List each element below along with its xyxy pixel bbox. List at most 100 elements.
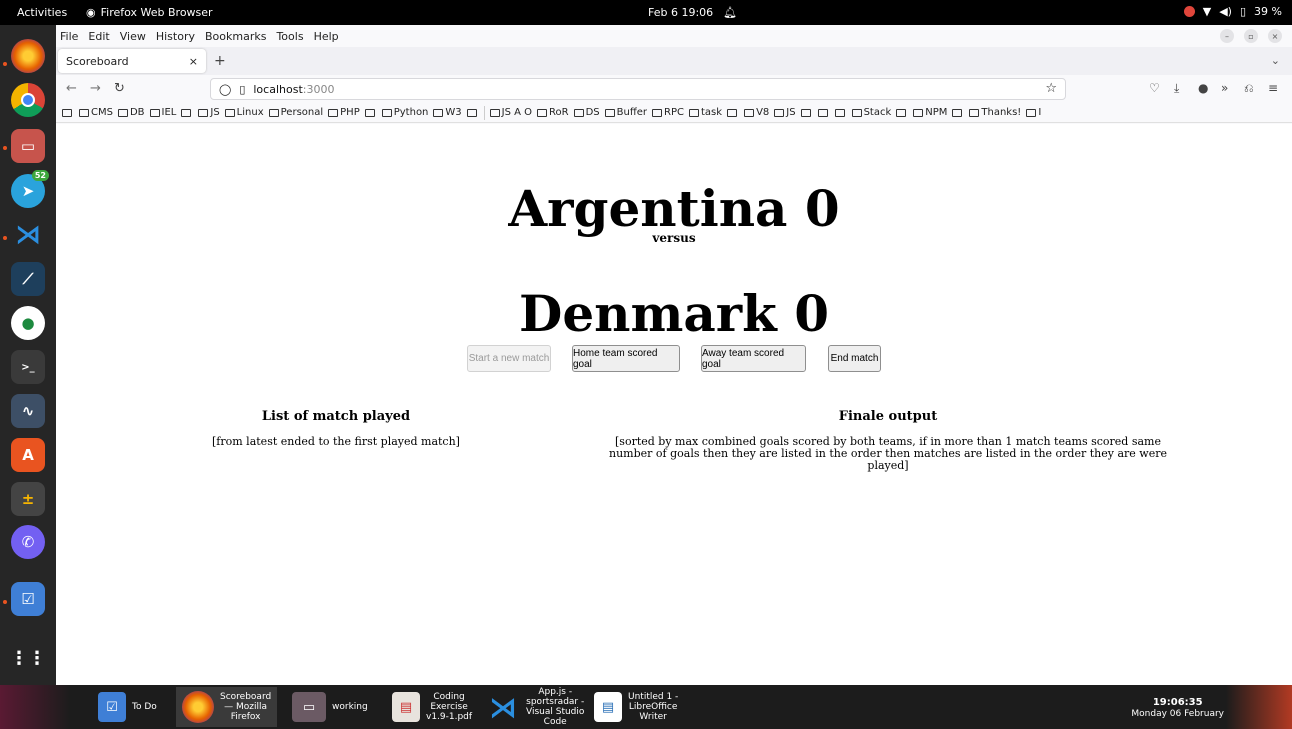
bookmark-folder[interactable] [727, 108, 739, 117]
bookmark-folder[interactable] [896, 108, 908, 117]
bookmark-folder[interactable] [466, 108, 479, 117]
overflow-icon[interactable]: » [1221, 81, 1228, 95]
vscode-icon[interactable]: ⋊ [11, 218, 45, 252]
taskbar-vscode[interactable]: ⋊ App.js - sportsradar - Visual Studio C… [480, 687, 590, 727]
chrome-icon[interactable] [11, 83, 45, 117]
chevron-down-icon[interactable]: ⌄ [1271, 54, 1280, 67]
taskbar-writer[interactable]: ▤ Untitled 1 - LibreOffice Writer [588, 687, 684, 727]
bookmark-star-icon[interactable]: ☆ [1045, 81, 1057, 96]
bookmark-folder[interactable] [62, 108, 74, 117]
folder-icon [652, 108, 663, 117]
url-bar[interactable]: ◯ ▯ localhost:3000 ☆ [210, 78, 1066, 100]
software-center-icon[interactable]: A [11, 438, 45, 472]
menu-edit[interactable]: Edit [88, 30, 109, 43]
close-tab-icon[interactable]: × [189, 55, 198, 68]
bookmark-folder[interactable]: I [1026, 107, 1041, 118]
extensions-icon[interactable]: ⎌ [1244, 81, 1254, 96]
folder-icon [117, 108, 128, 117]
firefox-icon[interactable] [11, 39, 45, 73]
mongodb-compass-icon[interactable]: ● [11, 306, 45, 340]
account-icon[interactable]: ● [1198, 81, 1208, 95]
download-icon[interactable]: ⤓ [1174, 81, 1179, 96]
maximize-icon[interactable]: ▫ [1244, 29, 1258, 43]
minimize-icon[interactable]: – [1220, 29, 1234, 43]
bookmark-folder[interactable]: Thanks! [969, 107, 1021, 118]
end-match-button[interactable]: End match [828, 345, 881, 372]
menu-bookmarks[interactable]: Bookmarks [205, 30, 266, 43]
forward-icon[interactable]: → [90, 81, 101, 96]
hamburger-menu-icon[interactable]: ≡ [1268, 81, 1278, 95]
back-icon[interactable]: ← [66, 81, 77, 96]
bookmark-folder[interactable]: V8 [744, 107, 769, 118]
bookmark-folder[interactable]: Buffer [604, 107, 647, 118]
terminal-icon[interactable]: >_ [11, 350, 45, 384]
bookmark-folder[interactable]: CMS [79, 107, 113, 118]
bookmark-folder[interactable]: Linux [224, 107, 264, 118]
bookmark-folder[interactable]: PHP [328, 107, 360, 118]
taskbar-todo[interactable]: ☑ To Do [92, 687, 163, 727]
pocket-icon[interactable]: ♡ [1149, 81, 1160, 95]
tab-scoreboard[interactable]: Scoreboard × [58, 49, 206, 73]
show-apps-icon[interactable]: ⋮⋮ [10, 641, 46, 675]
bookmark-folder[interactable]: Personal [268, 107, 323, 118]
start-match-button[interactable]: Start a new match [467, 345, 551, 372]
folder-icon [727, 108, 738, 117]
menu-help[interactable]: Help [314, 30, 339, 43]
bookmark-folder[interactable]: IEL [149, 107, 176, 118]
bookmark-folder[interactable]: Python [381, 107, 428, 118]
bookmark-folder[interactable] [952, 108, 964, 117]
bookmark-folder[interactable]: RPC [652, 107, 684, 118]
menu-file[interactable]: File [60, 30, 78, 43]
tab-bar: Scoreboard × + ⌄ [56, 47, 1292, 75]
running-indicator [3, 62, 7, 66]
bookmark-folder[interactable]: task [689, 107, 722, 118]
away-team-score: Denmark 0 [518, 284, 829, 343]
reload-icon[interactable]: ↻ [114, 81, 125, 96]
files-icon[interactable]: ▭ [11, 129, 45, 163]
menu-history[interactable]: History [156, 30, 195, 43]
shield-icon: ◯ [219, 82, 232, 96]
bookmark-folder[interactable] [834, 108, 847, 117]
todo-icon[interactable]: ☑ [11, 582, 45, 616]
system-monitor-icon[interactable]: ∿ [11, 394, 45, 428]
clock[interactable]: Feb 6 19:06 🔔︎ [648, 6, 737, 19]
writer-document-icon: ▤ [594, 692, 622, 722]
mysql-workbench-icon[interactable]: ⟋ [11, 262, 45, 296]
folder-icon: ▭ [292, 692, 326, 722]
status-record-icon [1183, 6, 1195, 17]
new-tab-button[interactable]: + [214, 53, 226, 69]
bookmark-folder[interactable]: RoR [537, 107, 569, 118]
taskbar-firefox[interactable]: Scoreboard — Mozilla Firefox [176, 687, 278, 727]
telegram-icon[interactable]: ➤ 52 [11, 170, 49, 208]
bookmark-folder[interactable]: W3 [433, 107, 462, 118]
navigation-toolbar: ← → ↻ ◯ ▯ localhost:3000 ☆ ♡ ⤓ ● » ⎌ ≡ [56, 75, 1292, 103]
trash-icon[interactable] [11, 625, 45, 635]
bookmark-folder[interactable] [817, 108, 830, 117]
calculator-icon[interactable]: ± [11, 482, 45, 516]
active-app-menu[interactable]: ◉ Firefox Web Browser [86, 6, 213, 19]
taskbar-clock[interactable]: 19:06:35 Monday 06 February [1131, 697, 1224, 720]
close-window-icon[interactable]: × [1268, 29, 1282, 43]
taskbar-pdf[interactable]: ▤ Coding Exercise v1.9-1.pdf [386, 687, 478, 727]
page-icon: ▯ [239, 82, 246, 96]
home-goal-button[interactable]: Home team scored goal [572, 345, 680, 372]
folder-icon [689, 108, 699, 117]
bookmark-folder[interactable]: DB [117, 107, 145, 118]
bookmark-folder[interactable]: JS A O [489, 107, 532, 118]
bookmarks-toolbar: CMS DB IEL JS Linux Personal PHP Python W3 JS A O… [56, 103, 1292, 123]
bookmark-folder[interactable]: JS [774, 107, 796, 118]
bookmark-folder[interactable]: DS [573, 107, 600, 118]
bookmark-folder[interactable] [364, 108, 377, 117]
bookmark-folder[interactable] [181, 108, 193, 117]
activities-button[interactable]: Activities [17, 6, 67, 19]
menu-view[interactable]: View [120, 30, 146, 43]
viber-icon[interactable]: ✆ [11, 525, 45, 559]
taskbar-working-folder[interactable]: ▭ working [286, 687, 374, 727]
bookmark-folder[interactable]: NPM [913, 107, 947, 118]
away-goal-button[interactable]: Away team scored goal [701, 345, 806, 372]
menu-tools[interactable]: Tools [276, 30, 303, 43]
bookmark-folder[interactable] [800, 108, 813, 117]
system-tray[interactable]: ▼ ◀) ▯ 39 % [1183, 5, 1282, 18]
bookmark-folder[interactable]: JS [198, 107, 220, 118]
bookmark-folder[interactable]: Stack [851, 107, 891, 118]
